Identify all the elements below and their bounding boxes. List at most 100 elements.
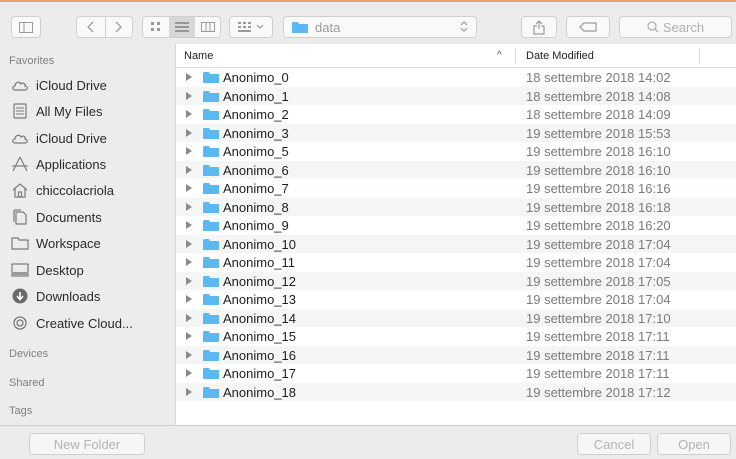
list-view-button[interactable] (169, 17, 195, 37)
sidebar-item-label: Applications (36, 156, 107, 172)
sidebar-item-label: chiccolacriola (36, 182, 115, 198)
disclosure-triangle-icon[interactable] (186, 369, 192, 377)
sidebar-item-label: Documents (36, 209, 102, 225)
disclosure-triangle-icon[interactable] (186, 110, 192, 118)
sidebar-item-applications[interactable]: Applications (11, 152, 106, 176)
row-date-modified: 19 settembre 2018 17:04 (526, 255, 671, 270)
table-row[interactable]: Anonimo_17 19 settembre 2018 17:11 (176, 364, 736, 383)
sidebar-item-home[interactable]: chiccolacriola (11, 178, 114, 202)
row-name: Anonimo_5 (223, 144, 289, 159)
sidebar-item-documents[interactable]: Documents (11, 205, 102, 229)
sidebar-item-creative-cloud[interactable]: Creative Cloud... (11, 311, 133, 335)
disclosure-triangle-icon[interactable] (186, 202, 192, 211)
disclosure-triangle-icon[interactable] (186, 128, 192, 137)
table-row[interactable]: Anonimo_9 19 settembre 2018 16:20 (176, 216, 736, 235)
table-row[interactable]: Anonimo_7 19 settembre 2018 16:16 (176, 179, 736, 198)
table-row[interactable]: Anonimo_5 19 settembre 2018 16:10 (176, 142, 736, 161)
disclosure-triangle-icon[interactable] (186, 313, 192, 322)
sidebar-item-label: Workspace (36, 235, 101, 251)
table-row[interactable]: Anonimo_18 19 settembre 2018 17:12 (176, 382, 736, 401)
sidebar-icon (19, 21, 33, 33)
disclosure-triangle-icon[interactable] (186, 332, 192, 340)
tag-button[interactable] (566, 16, 610, 38)
table-row[interactable]: Anonimo_14 19 settembre 2018 17:10 (176, 308, 736, 327)
row-name: Anonimo_1 (223, 88, 289, 104)
disclosure-triangle-icon[interactable] (186, 165, 192, 174)
column-view-button[interactable] (195, 17, 221, 37)
toolbar: data Search (0, 2, 736, 44)
sidebar-item-downloads[interactable]: Downloads (11, 284, 100, 308)
desktop-icon (11, 261, 29, 279)
table-row[interactable]: Anonimo_6 19 settembre 2018 16:10 (176, 160, 736, 179)
sidebar-item-icloud-drive[interactable]: iCloud Drive (11, 73, 107, 97)
table-row[interactable]: Anonimo_13 19 settembre 2018 17:04 (176, 290, 736, 309)
open-button[interactable]: Open (657, 433, 731, 455)
folder-icon (203, 109, 219, 120)
disclosure-triangle-icon[interactable] (186, 147, 192, 155)
row-date-modified: 19 settembre 2018 15:53 (526, 125, 671, 141)
arrange-button[interactable] (229, 16, 273, 38)
table-row[interactable]: Anonimo_16 19 settembre 2018 17:11 (176, 345, 736, 364)
disclosure-triangle-icon[interactable] (186, 91, 192, 100)
table-row[interactable]: Anonimo_10 19 settembre 2018 17:04 (176, 234, 736, 253)
sidebar-toggle-button[interactable] (11, 16, 41, 38)
forward-button[interactable] (105, 17, 133, 37)
sidebar-item-label: All My Files (36, 103, 103, 119)
cancel-button[interactable]: Cancel (577, 433, 651, 455)
disclosure-triangle-icon[interactable] (186, 239, 192, 248)
disclosure-triangle-icon[interactable] (186, 258, 192, 266)
row-date-modified: 19 settembre 2018 17:11 (526, 347, 670, 363)
row-date-modified: 18 settembre 2018 14:08 (526, 88, 671, 104)
downloads-icon (11, 287, 29, 305)
table-row[interactable]: Anonimo_12 19 settembre 2018 17:05 (176, 271, 736, 290)
row-name: Anonimo_10 (223, 236, 296, 252)
back-button[interactable] (77, 17, 105, 37)
icon-view-button[interactable] (143, 17, 169, 37)
row-date-modified: 19 settembre 2018 17:04 (526, 236, 671, 252)
sidebar-item-label: iCloud Drive (36, 77, 107, 93)
all-files-icon (11, 102, 29, 120)
folder-icon (11, 234, 29, 252)
bottom-bar: New Folder Cancel Open (0, 425, 736, 459)
chevron-down-icon (256, 24, 264, 29)
sidebar-item-label: Desktop (36, 262, 84, 278)
search-field[interactable]: Search (619, 16, 732, 38)
column-header-name[interactable]: Name (184, 50, 213, 62)
row-date-modified: 19 settembre 2018 17:11 (526, 329, 670, 344)
sidebar-item-icloud-drive-2[interactable]: iCloud Drive (11, 126, 107, 150)
cloud-icon (11, 76, 29, 94)
disclosure-triangle-icon[interactable] (186, 184, 192, 192)
share-button[interactable] (521, 16, 557, 38)
row-name: Anonimo_6 (223, 162, 289, 178)
folder-icon (203, 183, 219, 194)
disclosure-triangle-icon[interactable] (186, 221, 192, 229)
path-popup[interactable]: data (283, 16, 477, 38)
table-row[interactable]: Anonimo_1 18 settembre 2018 14:08 (176, 86, 736, 105)
table-row[interactable]: Anonimo_11 19 settembre 2018 17:04 (176, 253, 736, 272)
column-header-date-modified[interactable]: Date Modified (526, 50, 594, 62)
row-date-modified: 19 settembre 2018 16:18 (526, 199, 671, 215)
disclosure-triangle-icon[interactable] (186, 276, 192, 285)
table-row[interactable]: Anonimo_3 19 settembre 2018 15:53 (176, 123, 736, 142)
table-row[interactable]: Anonimo_2 18 settembre 2018 14:09 (176, 105, 736, 124)
new-folder-button[interactable]: New Folder (29, 433, 145, 455)
disclosure-triangle-icon[interactable] (186, 73, 192, 81)
sidebar-item-desktop[interactable]: Desktop (11, 258, 84, 282)
row-name: Anonimo_11 (223, 255, 296, 270)
table-row[interactable]: Anonimo_8 19 settembre 2018 16:18 (176, 197, 736, 216)
chevron-right-icon (115, 21, 122, 33)
folder-icon (203, 331, 219, 342)
sidebar-item-workspace[interactable]: Workspace (11, 231, 101, 255)
row-name: Anonimo_17 (223, 366, 296, 381)
row-name: Anonimo_9 (223, 218, 289, 233)
list-icon (175, 22, 189, 32)
row-date-modified: 19 settembre 2018 16:20 (526, 218, 671, 233)
table-row[interactable]: Anonimo_15 19 settembre 2018 17:11 (176, 327, 736, 346)
disclosure-triangle-icon[interactable] (186, 295, 192, 303)
disclosure-triangle-icon[interactable] (186, 387, 192, 396)
disclosure-triangle-icon[interactable] (186, 350, 192, 359)
table-row[interactable]: Anonimo_0 18 settembre 2018 14:02 (176, 68, 736, 87)
sidebar-item-all-my-files[interactable]: All My Files (11, 99, 102, 123)
sidebar-section-tags: Tags (9, 405, 33, 417)
row-name: Anonimo_16 (223, 347, 296, 363)
